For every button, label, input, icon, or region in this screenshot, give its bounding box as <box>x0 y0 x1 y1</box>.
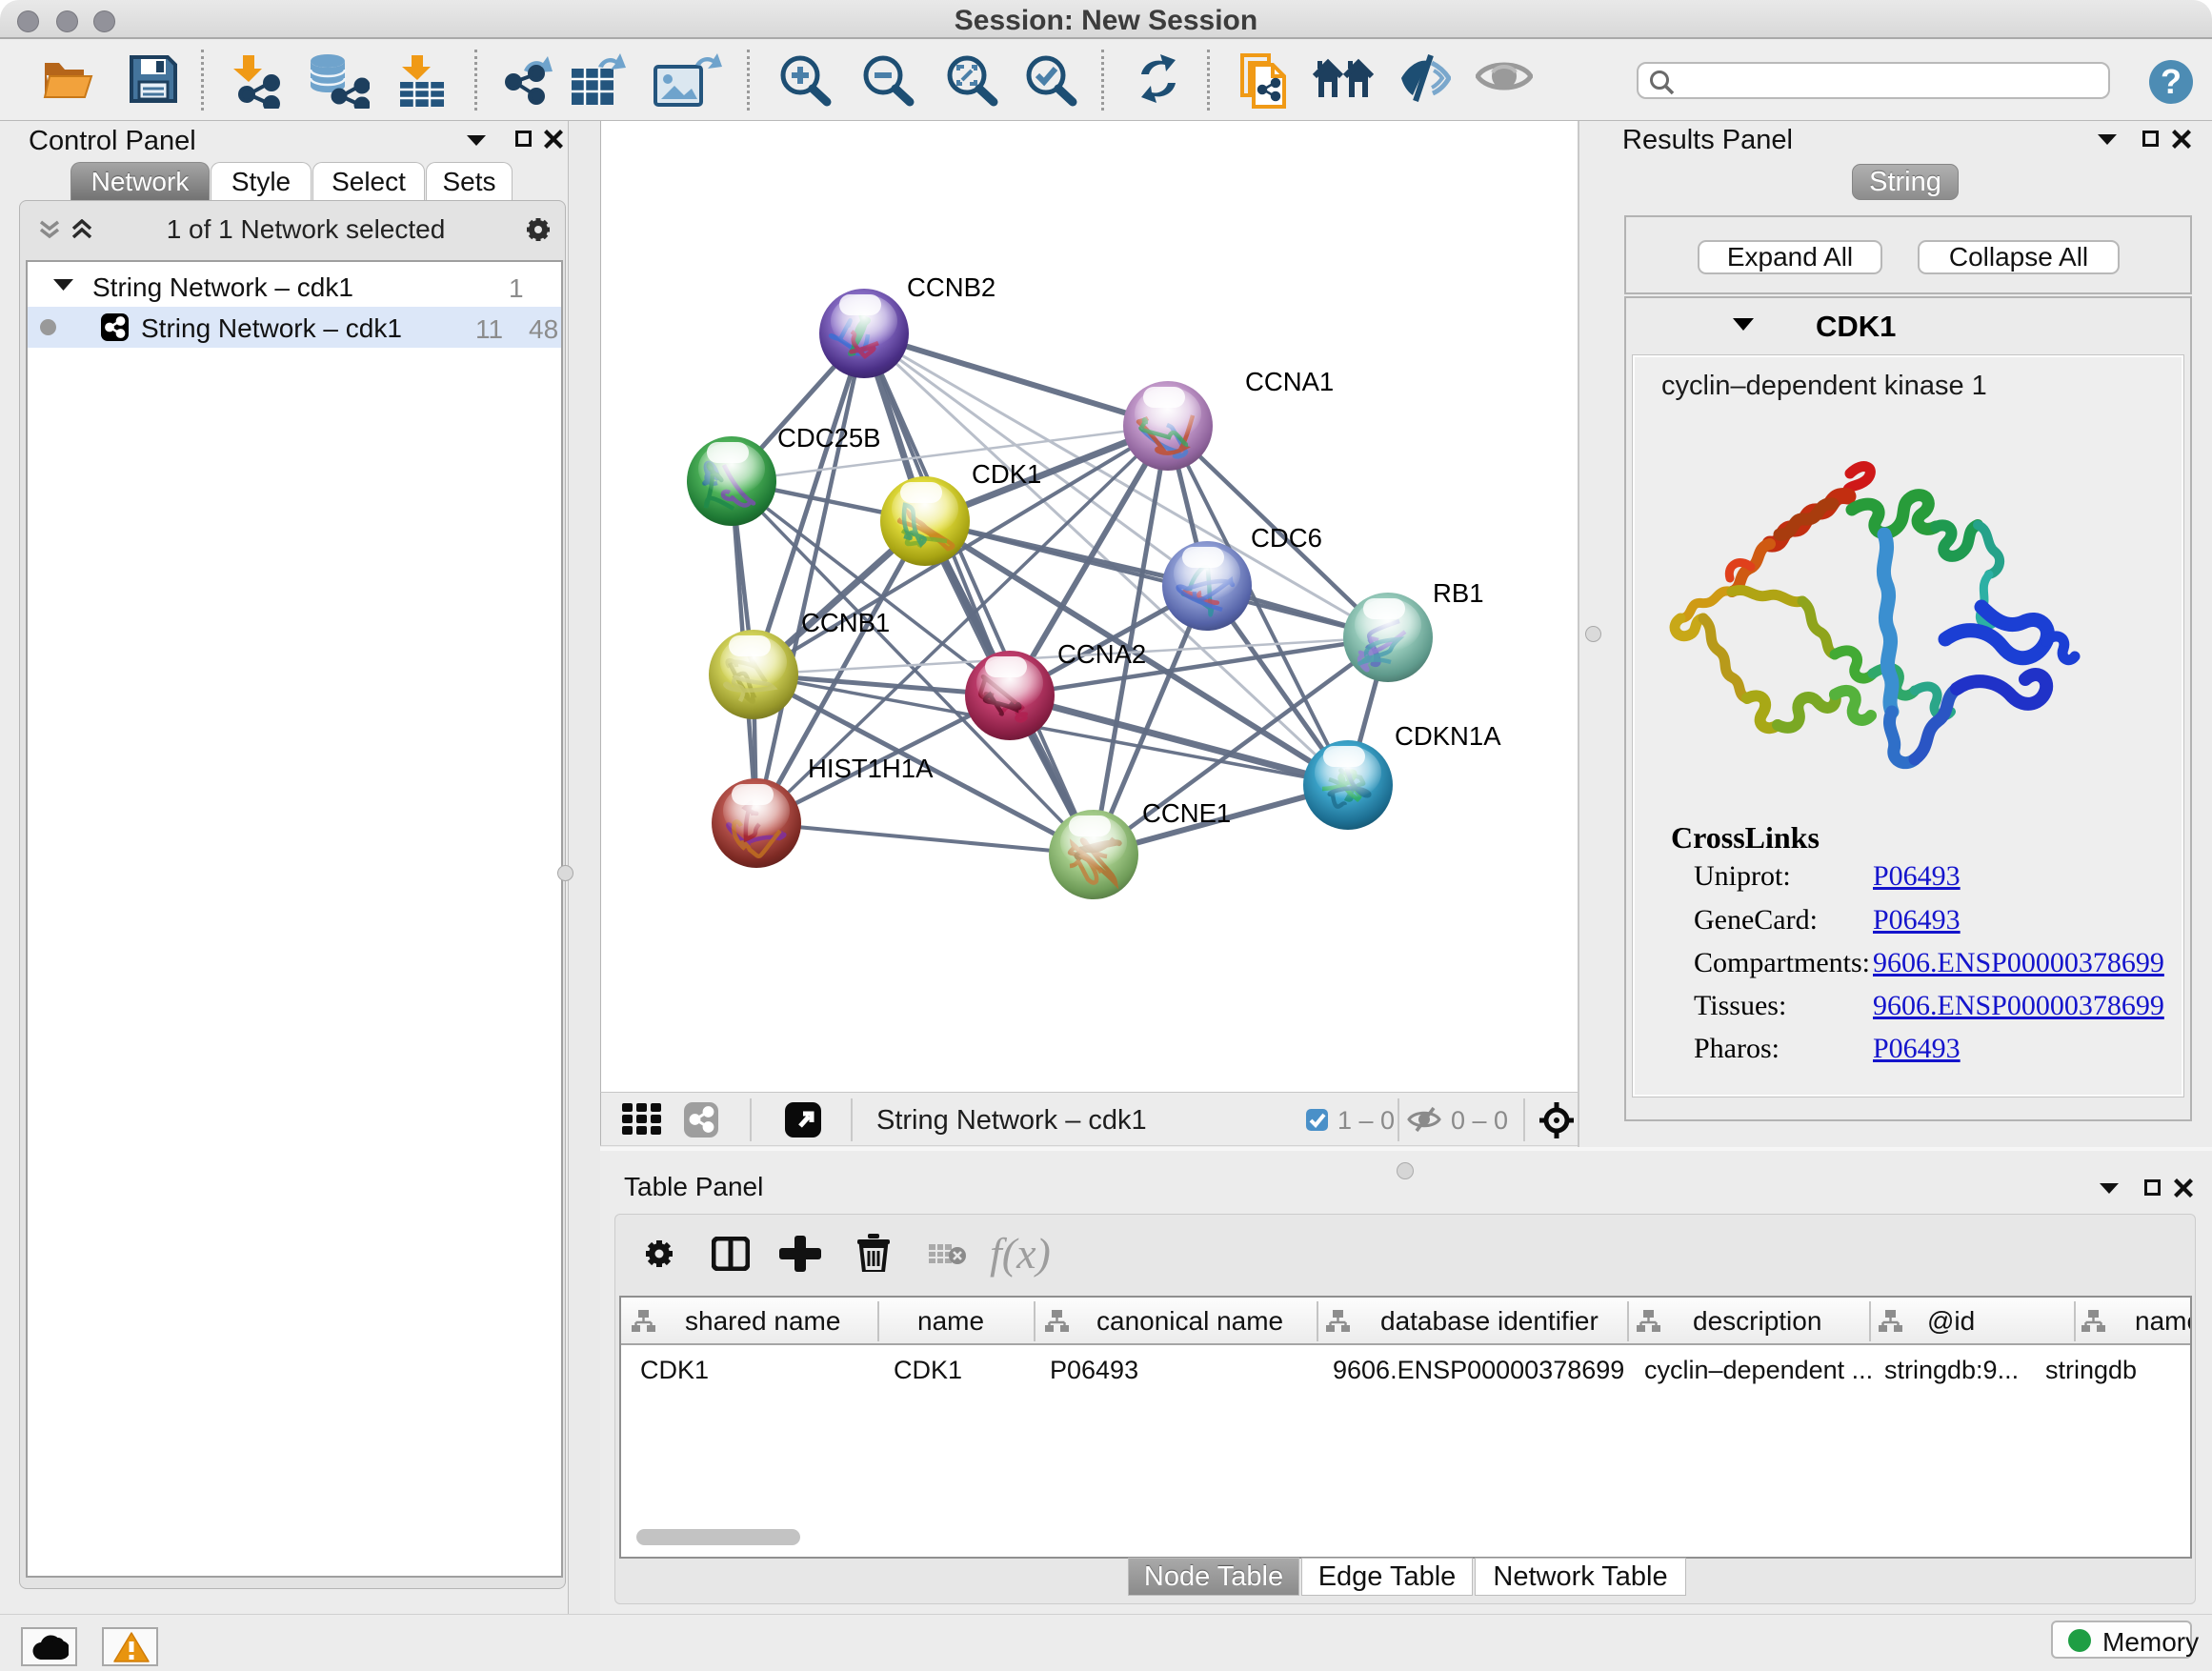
svg-text:CDC6: CDC6 <box>1251 523 1322 553</box>
svg-text:CCNB1: CCNB1 <box>801 608 890 637</box>
svg-text:CDK1: CDK1 <box>972 459 1041 489</box>
svg-text:CDKN1A: CDKN1A <box>1395 721 1501 751</box>
svg-text:CCNB2: CCNB2 <box>907 272 995 302</box>
svg-text:RB1: RB1 <box>1433 578 1484 608</box>
svg-text:?: ? <box>2161 62 2182 101</box>
svg-text:CCNA1: CCNA1 <box>1245 367 1334 396</box>
svg-text:CDC25B: CDC25B <box>777 423 881 453</box>
svg-text:HIST1H1A: HIST1H1A <box>808 754 934 783</box>
svg-text:CCNE1: CCNE1 <box>1142 798 1231 828</box>
svg-text:CCNA2: CCNA2 <box>1057 639 1146 669</box>
